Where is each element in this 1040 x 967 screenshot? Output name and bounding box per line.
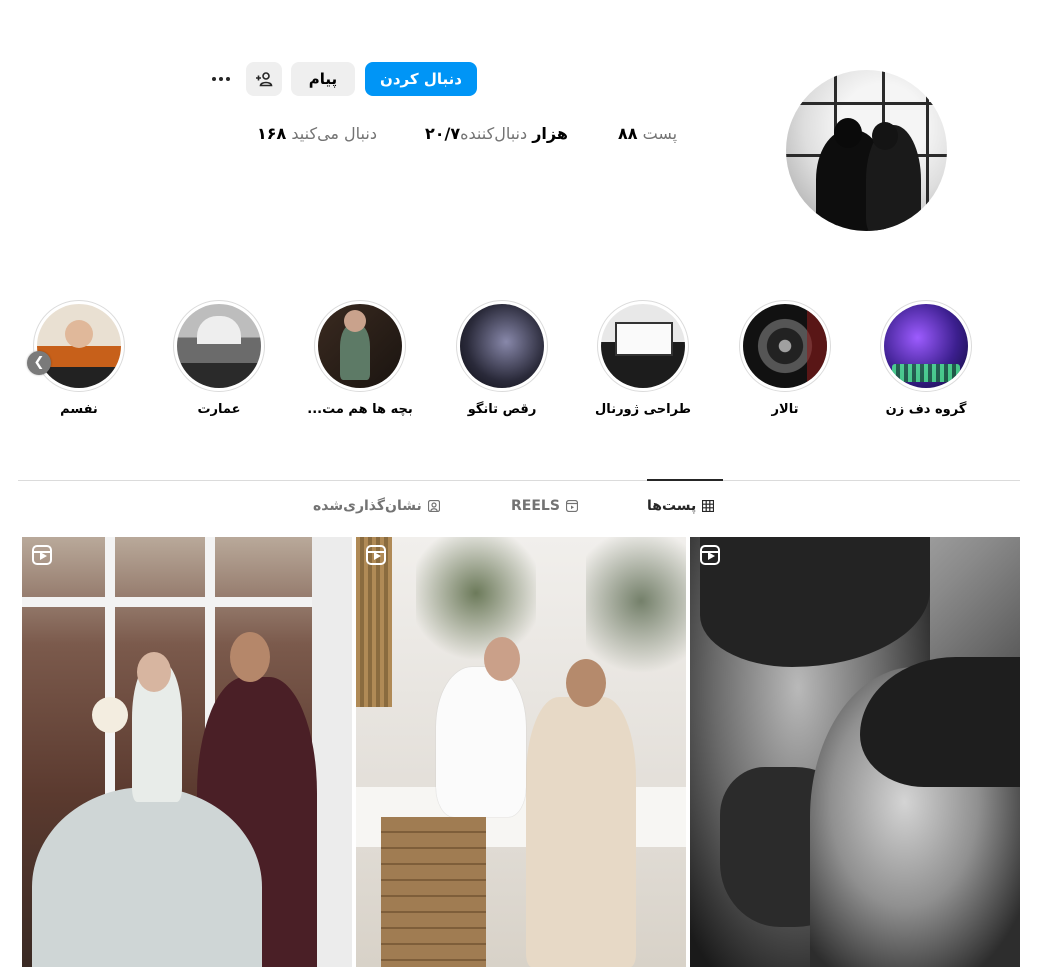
tab-tagged[interactable]: نشان‌گذاری‌شده [313,496,440,516]
highlight-label: رقص تانگو [467,402,537,417]
highlight-item[interactable]: عمارت [149,300,289,417]
profile-actions: پیام دنبال کردن [205,62,480,98]
highlight-item[interactable]: رقص تانگو [432,300,572,417]
groom-head [230,632,270,682]
highlight-ring [597,300,689,392]
window-frame [786,102,947,105]
bouquet [92,697,128,733]
highlight-cover [601,304,685,388]
tab-reels[interactable]: REELS [511,496,578,516]
highlight-label: طراحی ژورنال [595,402,691,417]
add-user-icon [256,72,273,87]
highlight-ring [456,300,548,392]
grid-icon [702,500,715,512]
more-options-button[interactable] [205,62,237,96]
posts-stat: ۸۸ پست [618,124,677,148]
follow-button[interactable]: دنبال کردن [365,62,477,96]
reel-icon [366,545,386,565]
more-dots-icon [212,77,230,81]
post-thumbnail[interactable] [356,537,686,967]
following-label: دنبال می‌کنید [291,124,377,143]
posts-count: ۸۸ [618,124,638,143]
highlight-label: عمارت [197,402,241,417]
highlight-cover [318,304,402,388]
highlight-cover [884,304,968,388]
highlight-label: تالار [771,402,799,417]
chevron-left-icon: ❮ [33,355,45,370]
reels-icon [565,500,578,512]
tab-posts-label: پست‌ها [647,498,697,514]
posts-label: پست [642,124,678,143]
post-thumbnail[interactable] [690,537,1020,967]
bride-figure [436,667,526,817]
highlight-ring [173,300,265,392]
bride-head [137,652,171,692]
suggested-accounts-button[interactable] [246,62,282,96]
reel-icon [700,545,720,565]
message-button[interactable]: پیام [291,62,355,96]
tab-tagged-label: نشان‌گذاری‌شده [313,498,422,514]
profile-avatar[interactable] [786,70,947,231]
highlight-cover [743,304,827,388]
groom-figure [526,697,636,967]
highlight-item[interactable]: طراحی ژورنال [573,300,713,417]
highlight-item[interactable]: بچه ها هم مت... [290,300,430,417]
wooden-crate [381,817,486,967]
wall [312,537,352,967]
highlight-ring [880,300,972,392]
bride-head [484,637,520,681]
highlight-cover [37,304,121,388]
highlight-ring [33,300,125,392]
highlight-ring [314,300,406,392]
highlight-label: گروه دف زن [885,402,967,417]
followers-label: دنبال‌کننده [460,124,528,143]
bride-head [872,122,898,150]
tagged-user-icon [427,500,440,512]
highlight-label: نفسم [60,402,98,417]
tabs-divider [18,480,1020,481]
followers-stat[interactable]: ۲۰/۷هزار دنبال‌کننده [425,124,568,148]
highlight-cover [460,304,544,388]
highlight-item[interactable]: تالار [715,300,855,417]
highlight-cover [177,304,261,388]
highlights-scroll-button[interactable]: ❮ [27,351,51,375]
highlight-ring [739,300,831,392]
reel-icon [32,545,52,565]
groom-head [566,659,606,707]
following-stat[interactable]: ۱۶۸ دنبال می‌کنید [257,124,377,148]
tab-posts[interactable]: پست‌ها [647,496,715,516]
window-frame [926,70,929,231]
groom-head [834,118,862,148]
highlight-label: بچه ها هم مت... [307,402,413,417]
following-count: ۱۶۸ [257,124,287,143]
highlight-item[interactable]: گروه دف زن [856,300,996,417]
tab-reels-label: REELS [511,498,560,514]
post-thumbnail[interactable] [22,537,352,967]
active-tab-indicator [647,479,723,481]
